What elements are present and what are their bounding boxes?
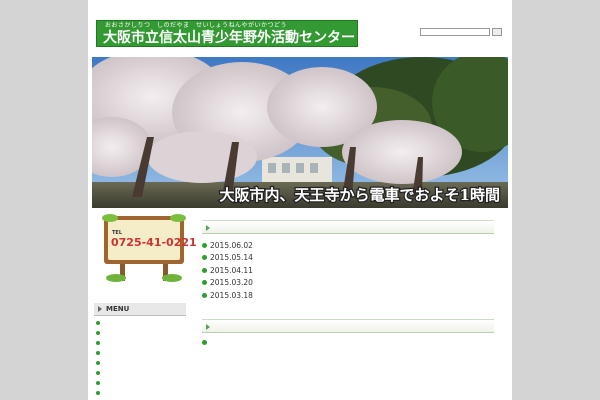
- sidebar-item-1[interactable]: [96, 318, 186, 328]
- event-schedule-line: [202, 385, 494, 395]
- bullet-icon: [96, 341, 100, 345]
- bullet-icon: [202, 340, 207, 345]
- news-item: 2015.03.18: [202, 289, 494, 302]
- news-item: 2015.04.11: [202, 264, 494, 277]
- menu-arrow-icon: [98, 306, 102, 312]
- page-container: おおさかしりつ しのだやま せいしょうねんやがいかつどう 大阪市立信太山青少年野…: [88, 0, 512, 400]
- news-date: 2015.05.14: [210, 253, 253, 263]
- sidebar-menu: [96, 318, 186, 398]
- bullet-icon: [96, 381, 100, 385]
- menu-header: MENU: [94, 303, 186, 316]
- bullet-icon: [202, 267, 207, 273]
- news-section-header: [202, 220, 494, 234]
- news-date: 2015.03.20: [210, 278, 253, 288]
- event-headline: [202, 338, 210, 347]
- contact-phone: 0725-41-0221: [111, 236, 197, 249]
- news-date: 2015.03.18: [210, 290, 253, 300]
- main-column: 2015.06.02 2015.05.14 2015.04.11 2015.03…: [202, 0, 494, 400]
- news-item: 2015.05.14: [202, 252, 494, 265]
- events-section-header: [202, 319, 494, 333]
- bullet-icon: [96, 391, 100, 395]
- menu-header-label: MENU: [106, 305, 130, 313]
- section-arrow-icon: [206, 324, 210, 330]
- bullet-icon: [96, 321, 100, 325]
- bullet-icon: [202, 255, 207, 261]
- contact-board[interactable]: TEL 0725-41-0221: [102, 213, 197, 283]
- news-date: 2015.06.02: [210, 240, 253, 250]
- sidebar-item-3[interactable]: [96, 338, 186, 348]
- section-arrow-icon: [206, 225, 210, 231]
- sidebar-item-7[interactable]: [96, 378, 186, 388]
- sidebar-item-6[interactable]: [96, 368, 186, 378]
- bullet-icon: [96, 331, 100, 335]
- bullet-icon: [96, 361, 100, 365]
- event-body: [202, 349, 494, 400]
- event-schedule-line: [202, 395, 494, 400]
- event-line: [202, 349, 494, 359]
- news-item: 2015.06.02: [202, 239, 494, 252]
- sidebar-item-5[interactable]: [96, 358, 186, 368]
- bullet-icon: [96, 371, 100, 375]
- event-line: [202, 359, 494, 369]
- bullet-icon: [202, 280, 207, 286]
- sidebar-item-2[interactable]: [96, 328, 186, 338]
- news-date: 2015.04.11: [210, 265, 253, 275]
- bullet-icon: [202, 242, 207, 248]
- bullet-icon: [96, 351, 100, 355]
- bullet-icon: [202, 292, 207, 298]
- sidebar-item-4[interactable]: [96, 348, 186, 358]
- event-schedule-line: [202, 375, 494, 385]
- news-list: 2015.06.02 2015.05.14 2015.04.11 2015.03…: [202, 239, 494, 302]
- news-item: 2015.03.20: [202, 277, 494, 290]
- sidebar-item-8[interactable]: [96, 388, 186, 398]
